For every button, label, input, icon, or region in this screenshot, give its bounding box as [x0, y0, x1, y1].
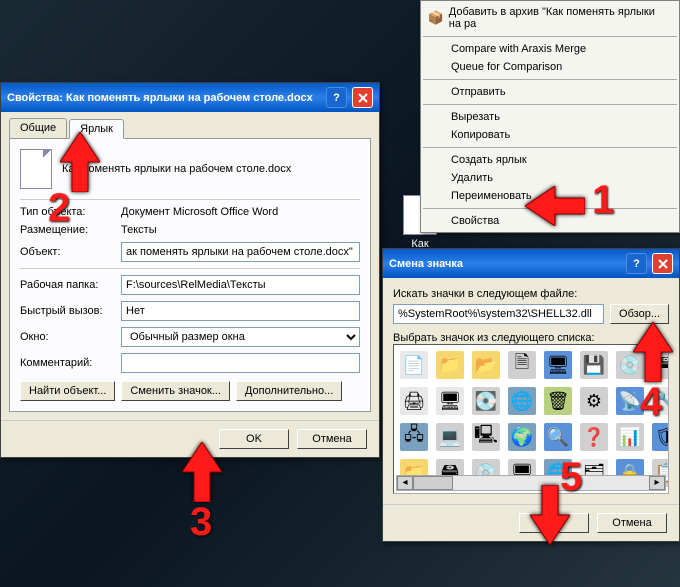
cancel-button[interactable]: Отмена — [597, 513, 667, 533]
menu-separator — [423, 208, 677, 209]
hotkey-input[interactable] — [121, 301, 360, 321]
close-button[interactable] — [352, 87, 373, 108]
annotation-number-1: 1 — [592, 178, 614, 223]
ctx-cut[interactable]: Вырезать — [421, 108, 679, 126]
icon-item[interactable]: 🖴 — [652, 351, 669, 379]
icon-item[interactable]: 📄 — [400, 351, 428, 379]
run-select[interactable]: Обычный размер окна — [121, 327, 360, 347]
scroll-right-arrow[interactable]: ▸ — [649, 476, 665, 490]
menu-separator — [423, 36, 677, 37]
select-icon-label: Выбрать значок из следующего списка: — [393, 332, 669, 344]
annotation-number-3: 3 — [190, 500, 212, 545]
icon-item[interactable]: 💿 — [616, 351, 644, 379]
tab-general[interactable]: Общие — [9, 118, 67, 138]
workdir-input[interactable] — [121, 275, 360, 295]
titlebar[interactable]: Смена значка ? — [383, 249, 679, 278]
icon-item[interactable]: 🌐 — [508, 387, 536, 415]
type-value: Документ Microsoft Office Word — [121, 206, 278, 218]
annotation-number-2: 2 — [48, 186, 70, 231]
menu-separator — [423, 147, 677, 148]
find-target-button[interactable]: Найти объект... — [20, 381, 115, 401]
icon-item[interactable]: ⚙ — [580, 387, 608, 415]
ctx-add-to-archive[interactable]: 📦 Добавить в архив "Как поменять ярлыки … — [421, 3, 679, 33]
run-label: Окно: — [20, 331, 115, 343]
icon-item[interactable]: 💻 — [436, 423, 464, 451]
icon-item[interactable]: 🖥 — [436, 387, 464, 415]
location-value: Тексты — [121, 224, 157, 236]
ctx-properties[interactable]: Свойства — [421, 212, 679, 230]
close-button[interactable] — [652, 253, 673, 274]
menu-separator — [423, 79, 677, 80]
change-icon-button[interactable]: Сменить значок... — [121, 381, 230, 401]
ctx-araxis-queue[interactable]: Queue for Comparison — [421, 58, 679, 76]
ctx-delete[interactable]: Удалить — [421, 169, 679, 187]
icon-item[interactable]: ❓ — [580, 423, 608, 451]
titlebar[interactable]: Свойства: Как поменять ярлыки на рабочем… — [1, 83, 379, 112]
browse-button[interactable]: Обзор... — [610, 304, 669, 324]
context-menu: 📦 Добавить в архив "Как поменять ярлыки … — [420, 0, 680, 233]
separator — [20, 268, 360, 269]
icon-item[interactable]: 🖨 — [400, 387, 428, 415]
icon-item[interactable]: 🗎 — [508, 351, 536, 379]
hotkey-label: Быстрый вызов: — [20, 305, 115, 317]
icon-item[interactable]: 🔍 — [544, 423, 572, 451]
tabs: Общие Ярлык — [1, 112, 379, 138]
icon-item[interactable]: 📂 — [472, 351, 500, 379]
icon-item[interactable]: 🖥 — [544, 351, 572, 379]
close-icon — [357, 92, 369, 104]
help-button[interactable]: ? — [326, 87, 347, 108]
ctx-create-shortcut[interactable]: Создать ярлык — [421, 151, 679, 169]
ctx-rename[interactable]: Переименовать — [421, 187, 679, 205]
ctx-send-to[interactable]: Отправить — [421, 83, 679, 101]
icon-item[interactable]: 📊 — [616, 423, 644, 451]
change-icon-dialog: Смена значка ? Искать значки в следующем… — [382, 248, 680, 542]
workdir-label: Рабочая папка: — [20, 279, 115, 291]
window-title: Свойства: Как поменять ярлыки на рабочем… — [7, 92, 321, 104]
dialog-title: Смена значка — [389, 258, 621, 270]
icon-item[interactable]: 🖳 — [472, 423, 500, 451]
advanced-button[interactable]: Дополнительно... — [236, 381, 342, 401]
icon-item[interactable]: 💽 — [472, 387, 500, 415]
icon-item[interactable]: 🖧 — [400, 423, 428, 451]
annotation-number-4: 4 — [640, 380, 662, 425]
icon-path-input[interactable] — [393, 304, 604, 324]
comment-label: Комментарий: — [20, 357, 115, 369]
ctx-araxis-compare[interactable]: Compare with Araxis Merge — [421, 40, 679, 58]
icon-item[interactable]: 🗑 — [544, 387, 572, 415]
cancel-button[interactable]: Отмена — [297, 429, 367, 449]
target-input[interactable] — [121, 242, 360, 262]
properties-window: Свойства: Как поменять ярлыки на рабочем… — [0, 82, 380, 458]
tab-content: Как поменять ярлыки на рабочем столе.doc… — [9, 138, 371, 412]
ok-button[interactable]: OK — [219, 429, 289, 449]
comment-input[interactable] — [121, 353, 360, 373]
help-button[interactable]: ? — [626, 253, 647, 274]
ctx-copy[interactable]: Копировать — [421, 126, 679, 144]
annotation-number-5: 5 — [560, 455, 582, 500]
archive-icon: 📦 — [427, 10, 445, 26]
target-label: Объект: — [20, 246, 115, 258]
icon-item[interactable]: 🛡 — [652, 423, 669, 451]
file-name-label: Как поменять ярлыки на рабочем столе.doc… — [62, 163, 291, 175]
tab-shortcut[interactable]: Ярлык — [69, 119, 124, 139]
icon-list[interactable]: 📄 📁 📂 🗎 🖥 💾 💿 🖴 🖨 🖥 💽 🌐 🗑 ⚙ 📡 🔧 🖧 💻 🖳 — [393, 344, 669, 494]
close-icon — [657, 258, 669, 270]
icon-item[interactable]: 📁 — [436, 351, 464, 379]
icon-item[interactable]: 💾 — [580, 351, 608, 379]
find-icons-label: Искать значки в следующем файле: — [393, 288, 669, 300]
ok-button[interactable]: OK — [519, 513, 589, 533]
scroll-left-arrow[interactable]: ◂ — [397, 476, 413, 490]
menu-separator — [423, 104, 677, 105]
horizontal-scrollbar[interactable]: ◂ ▸ — [396, 475, 666, 491]
icon-item[interactable]: 🌍 — [508, 423, 536, 451]
scroll-thumb[interactable] — [413, 476, 453, 490]
file-type-icon — [20, 149, 52, 189]
